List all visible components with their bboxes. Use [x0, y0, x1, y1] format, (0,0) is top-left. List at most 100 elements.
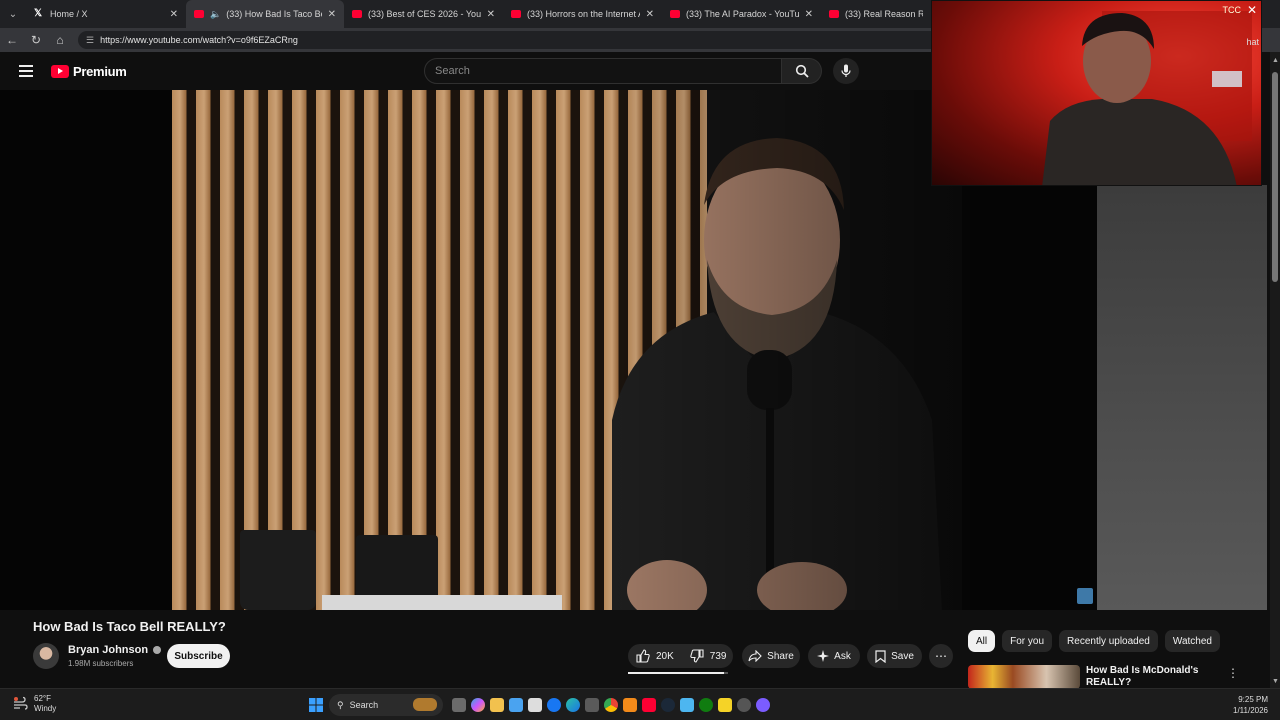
search-input[interactable]: [435, 65, 765, 77]
like-count: 20K: [656, 650, 674, 662]
clock-time: 9:25 PM: [1238, 695, 1268, 704]
tab-close-icon[interactable]: ✕: [805, 9, 813, 20]
channel-avatar[interactable]: [33, 643, 59, 669]
youtube-app-icon[interactable]: [639, 693, 658, 717]
tab-close-icon[interactable]: ✕: [328, 9, 336, 20]
voice-search-button[interactable]: [833, 58, 859, 84]
share-button[interactable]: Share: [742, 644, 800, 668]
speaker-icon[interactable]: 🔈: [210, 9, 221, 20]
system-clock[interactable]: 9:25 PM 1/11/2026: [1218, 694, 1268, 716]
chip-recently-uploaded[interactable]: Recently uploaded: [1059, 630, 1158, 652]
page-scrollbar[interactable]: ▲ ▼: [1270, 52, 1280, 688]
weather-description: Windy: [34, 704, 57, 713]
browser-tab[interactable]: (33) Real Reason RAM Pr: [821, 0, 931, 28]
ask-button[interactable]: Ask: [808, 644, 860, 668]
chrome-icon[interactable]: [601, 693, 620, 717]
scroll-up-icon[interactable]: ▲: [1272, 57, 1279, 64]
verified-check-icon: [153, 646, 162, 654]
share-label: Share: [767, 650, 794, 662]
streamer-figure: [1042, 11, 1252, 185]
menu-icon[interactable]: [19, 65, 33, 77]
copilot-icon[interactable]: [468, 693, 487, 717]
app-icon[interactable]: [677, 693, 696, 717]
store-icon[interactable]: [506, 693, 525, 717]
file-explorer-icon[interactable]: [487, 693, 506, 717]
site-info-icon[interactable]: ☰: [86, 35, 94, 46]
obs-icon[interactable]: [734, 693, 753, 717]
vlc-icon[interactable]: [620, 693, 639, 717]
tab-close-icon[interactable]: ✕: [170, 9, 178, 20]
like-dislike-group: 20K 739: [628, 644, 735, 674]
tab-title: Home / X: [50, 9, 88, 19]
browser-tab[interactable]: (33) The AI Paradox - YouTube ✕: [662, 0, 821, 28]
youtube-icon: [829, 10, 839, 18]
steam-icon[interactable]: [658, 693, 677, 717]
browser-tab[interactable]: (33) Horrors on the Internet Archi ✕: [503, 0, 662, 28]
search-field[interactable]: [424, 58, 782, 84]
reload-icon[interactable]: ↻: [24, 33, 48, 47]
recommendation-thumbnail[interactable]: [968, 665, 1080, 688]
url-text: https://www.youtube.com/watch?v=o9f6EZaC…: [100, 35, 298, 45]
back-arrow-icon[interactable]: ←: [0, 33, 24, 47]
taskbar-search[interactable]: ⚲ Search: [329, 694, 443, 716]
dislike-button[interactable]: 739: [682, 644, 735, 668]
task-view-icon[interactable]: [449, 693, 468, 717]
subscribe-button[interactable]: Subscribe: [167, 644, 230, 668]
more-vertical-icon[interactable]: ⋮: [1227, 666, 1239, 680]
weather-widget[interactable]: 62°F Windy: [12, 694, 56, 714]
browser-tab-active[interactable]: 🔈 (33) How Bad Is Taco Bell REA ✕: [186, 0, 344, 28]
tab-title: (33) How Bad Is Taco Bell REA: [226, 9, 321, 19]
tab-title: (33) The AI Paradox - YouTube: [686, 9, 799, 19]
edge-icon[interactable]: [563, 693, 582, 717]
xbox-icon[interactable]: [696, 693, 715, 717]
amazon-icon[interactable]: [525, 693, 544, 717]
like-ratio-fill: [628, 672, 725, 674]
more-horizontal-icon: ⋯: [935, 649, 947, 663]
home-icon[interactable]: ⌂: [48, 33, 72, 47]
search-button[interactable]: [782, 58, 822, 84]
channel-name-link[interactable]: Bryan Johnson: [68, 644, 162, 656]
youtube-icon: [352, 10, 362, 18]
like-button[interactable]: 20K: [628, 644, 682, 668]
recommendation-title[interactable]: How Bad Is McDonald's REALLY?: [1086, 665, 1216, 688]
youtube-play-icon: [51, 65, 69, 78]
search-icon: ⚲: [337, 699, 344, 710]
like-ratio-bar: [628, 672, 728, 674]
cortana-icon[interactable]: [753, 693, 772, 717]
scroll-down-icon[interactable]: ▼: [1272, 678, 1279, 685]
window-close-icon[interactable]: ✕: [1247, 3, 1257, 17]
calculator-icon[interactable]: [582, 693, 601, 717]
logo-text: Premium: [73, 64, 127, 79]
facebook-icon[interactable]: [544, 693, 563, 717]
chip-for-you[interactable]: For you: [1002, 630, 1053, 652]
save-button[interactable]: Save: [867, 644, 922, 668]
youtube-premium-logo[interactable]: Premium: [51, 64, 127, 79]
video-watermark-icon: [1077, 588, 1093, 604]
browser-tab[interactable]: (33) Best of CES 2026 - YouTube ✕: [344, 0, 503, 28]
recommendation-item[interactable]: How Bad Is McDonald's REALLY? ⋮: [968, 664, 1268, 688]
taskbar-apps: ⚲ Search: [306, 693, 772, 717]
x-logo-icon: 𝕏: [34, 8, 43, 19]
thumbs-down-icon: [690, 649, 704, 663]
dislike-count: 739: [709, 650, 727, 662]
tab-title: (33) Best of CES 2026 - YouTube: [368, 9, 481, 19]
chip-watched[interactable]: Watched: [1164, 630, 1220, 652]
youtube-icon: [670, 10, 680, 18]
scrollbar-thumb[interactable]: [1272, 72, 1278, 282]
chip-all[interactable]: All: [968, 630, 996, 652]
search-highlight-icon: [413, 698, 437, 711]
browser-tab[interactable]: 𝕏 Home / X ✕: [26, 0, 186, 28]
tab-close-icon[interactable]: ✕: [487, 9, 495, 20]
right-panel-background: [1097, 185, 1267, 610]
tab-title: (33) Horrors on the Internet Archi: [527, 9, 640, 19]
tab-close-icon[interactable]: ✕: [646, 9, 654, 20]
taskbar-search-label: Search: [349, 700, 379, 710]
windows-start-icon[interactable]: [306, 693, 325, 717]
tab-search-chevron-icon[interactable]: ⌄: [0, 0, 26, 28]
share-icon: [748, 650, 762, 662]
video-frame: [172, 90, 962, 610]
vignette: [172, 90, 962, 610]
more-actions-button[interactable]: ⋯: [929, 644, 953, 668]
chat-label: hat: [1246, 37, 1259, 47]
sticky-notes-icon[interactable]: [715, 693, 734, 717]
